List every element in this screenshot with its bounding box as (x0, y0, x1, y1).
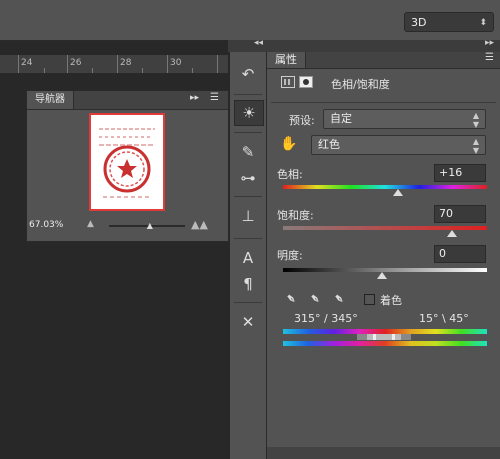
navigator-thumbnail[interactable] (89, 113, 165, 211)
range-left-label: 315° / 345° (294, 312, 358, 325)
hue-label: 色相: (277, 168, 303, 181)
lightness-input[interactable]: 0 (434, 245, 486, 263)
collapse-panel-icon[interactable]: ▸▸ (190, 93, 199, 103)
tools-icon[interactable]: ✕ (234, 310, 262, 334)
channel-select[interactable]: 红色 ▲ ▼ (311, 135, 486, 155)
eyedropper-icon[interactable]: ✒ (281, 290, 299, 308)
expand-icon[interactable]: ▸▸ (485, 38, 494, 48)
properties-footer (267, 447, 500, 459)
channel-value: 红色 (318, 138, 340, 151)
paragraph-icon[interactable]: ¶ (234, 272, 262, 296)
hue-sat-layer-icon (281, 76, 295, 88)
layer-mask-icon[interactable] (299, 76, 313, 88)
properties-panel: 属性 ☰ 色相/饱和度 预设: 自定 ▲ ▼ ✋ 红色 ▲ ▼ 色相: +16 饱和… (267, 52, 500, 459)
chevron-down-icon: ⬍ (479, 18, 487, 28)
result-hue-bar (283, 341, 487, 346)
zoom-in-icon[interactable]: ▲▲ (191, 218, 208, 231)
navigator-zoom-bar: 67.03% ▲ ▲ ▲▲ (27, 218, 228, 233)
chevron-updown-icon: ▲ ▼ (472, 137, 479, 155)
hue-slider-track[interactable] (283, 185, 487, 189)
workspace-select[interactable]: 3D ⬍ (404, 12, 494, 32)
navigator-panel: 导航器 ▸▸ ☰ 67.03% ▲ ▲ ▲▲ (26, 90, 229, 242)
collapse-icon[interactable]: ◂◂ (254, 38, 263, 48)
ruler-tick: 30 (170, 58, 182, 68)
panel-menu-icon[interactable]: ☰ (485, 52, 494, 63)
properties-tab[interactable]: 属性 (267, 52, 306, 68)
colorize-checkbox[interactable] (364, 294, 375, 305)
sliders-icon[interactable]: ⊶ (234, 166, 262, 190)
navigator-tab[interactable]: 导航器 (27, 91, 74, 109)
adjustment-title: 色相/饱和度 (331, 78, 390, 91)
horizontal-ruler: 24 26 28 30 (0, 55, 228, 74)
character-icon[interactable]: A (234, 246, 262, 270)
hue-slider-thumb[interactable] (393, 189, 403, 196)
panel-dock-header: ◂◂ ▸▸ (228, 38, 500, 52)
properties-header: 属性 ☰ (267, 52, 500, 69)
range-right-label: 15° \ 45° (419, 312, 469, 325)
chevron-updown-icon: ▲ ▼ (472, 111, 479, 129)
colorize-label: 着色 (380, 294, 402, 307)
workspace-value: 3D (411, 16, 427, 29)
preset-label: 预设: (289, 114, 315, 127)
panel-menu-icon[interactable]: ☰ (210, 92, 219, 103)
preset-select[interactable]: 自定 ▲ ▼ (323, 109, 486, 129)
panel-icon-strip: ↶ ☀ ✎ ⊶ ⊥ A ¶ ✕ (230, 52, 267, 459)
ruler-tick: 24 (21, 58, 33, 68)
stamp-icon[interactable]: ⊥ (234, 204, 262, 228)
ruler-tick: 28 (120, 58, 132, 68)
zoom-slider-thumb[interactable]: ▲ (147, 221, 153, 230)
saturation-input[interactable]: 70 (434, 205, 486, 223)
preset-value: 自定 (330, 112, 352, 125)
add-eyedropper-icon[interactable]: ✒ (305, 290, 323, 308)
targeted-adjust-hand-icon[interactable]: ✋ (280, 136, 297, 152)
hue-input[interactable]: +16 (434, 164, 486, 182)
ruler-tick: 26 (70, 58, 82, 68)
range-selector[interactable] (357, 334, 411, 340)
brush-icon[interactable]: ✎ (234, 140, 262, 164)
lightness-label: 明度: (277, 249, 303, 262)
saturation-slider-thumb[interactable] (447, 230, 457, 237)
saturation-label: 饱和度: (277, 209, 314, 222)
zoom-out-icon[interactable]: ▲ (87, 219, 94, 229)
seal-stamp-icon (99, 128, 155, 198)
history-icon[interactable]: ↶ (234, 62, 262, 86)
lightness-slider-thumb[interactable] (377, 272, 387, 279)
zoom-value[interactable]: 67.03% (29, 220, 63, 230)
adjustments-icon[interactable]: ☀ (234, 100, 264, 126)
navigator-header: 导航器 ▸▸ ☰ (27, 91, 228, 110)
subtract-eyedropper-icon[interactable]: ✒ (329, 290, 347, 308)
